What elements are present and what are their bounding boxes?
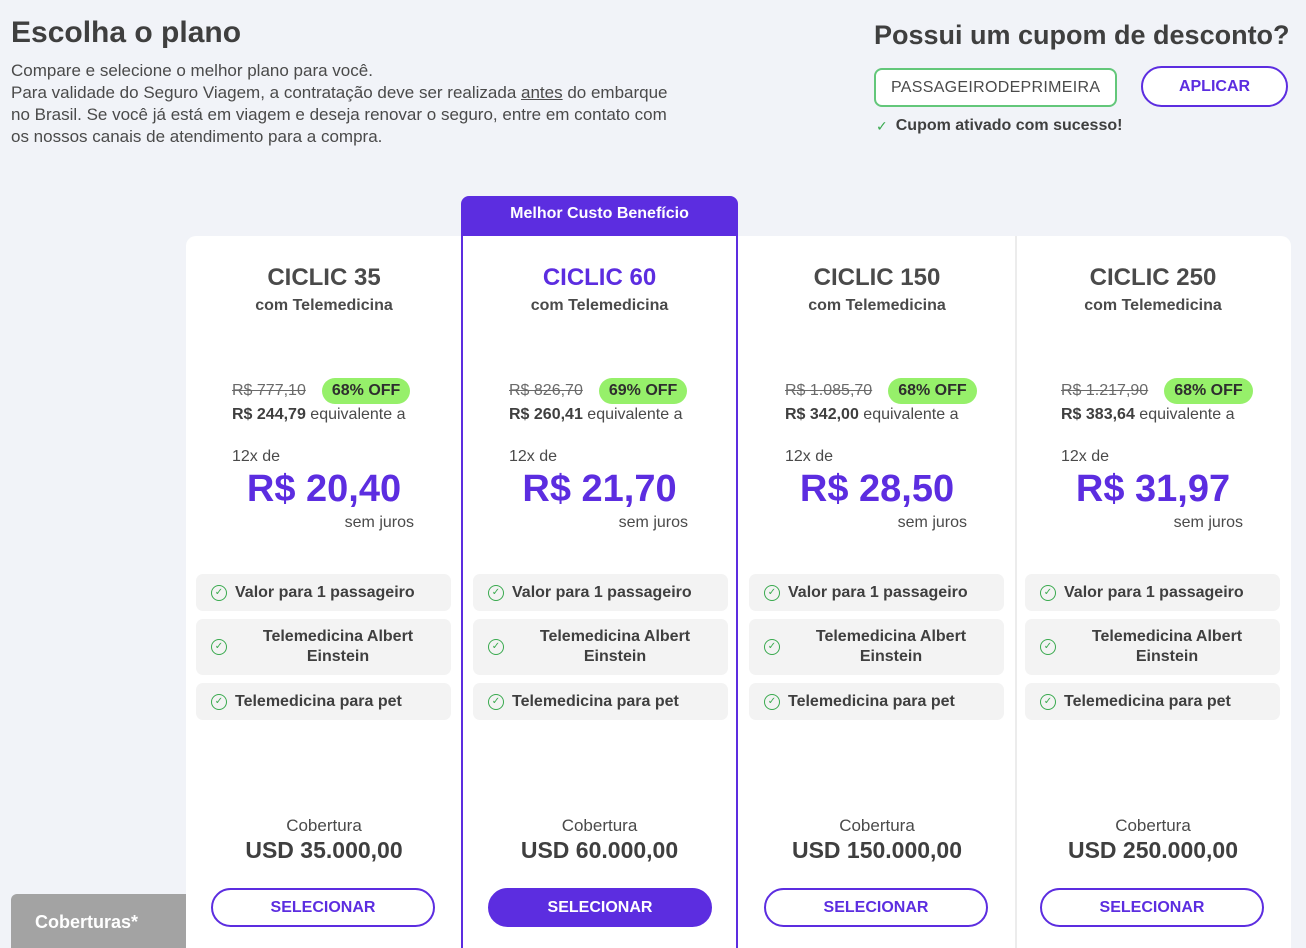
page-title: Escolha o plano [11, 16, 242, 49]
coverage-label: Cobertura [839, 816, 915, 835]
check-icon: ✓ [876, 117, 888, 134]
total-price: R$ 244,79 equivalente a [232, 406, 406, 423]
check-circle-icon: ✓ [488, 693, 504, 710]
select-plan-button[interactable]: SELECIONAR [1040, 888, 1264, 927]
feature-item: ✓ Telemedicina para pet [1025, 683, 1280, 720]
total-price: R$ 342,00 equivalente a [785, 406, 959, 423]
check-circle-icon: ✓ [1040, 584, 1056, 601]
plan-name: CICLIC 35 [267, 264, 381, 291]
price-block: R$ 1.217,90 68% OFF R$ 383,64 equivalente … [1061, 377, 1261, 424]
feature-item: ✓ Telemedicina Albert Einstein [1025, 619, 1280, 675]
plan-card: CICLIC 150 com Telemedicina R$ 1.085,70 68%… [739, 236, 1015, 948]
check-circle-icon: ✓ [764, 639, 780, 655]
old-price: R$ 826,70 [509, 382, 583, 399]
check-circle-icon: ✓ [211, 693, 227, 710]
installment-price: R$ 31,97 [1075, 468, 1231, 510]
installment-price: R$ 21,70 [522, 468, 677, 510]
feature-item: ✓ Telemedicina para pet [473, 683, 728, 720]
plan-subtitle: com Telemedicina [1084, 297, 1222, 314]
plan-subtitle: com Telemedicina [530, 297, 669, 314]
plan-name: CICLIC 60 [542, 264, 657, 291]
check-circle-icon: ✓ [764, 584, 780, 601]
discount-badge: 68% OFF [321, 378, 411, 404]
check-circle-icon: ✓ [211, 639, 227, 655]
installment-price: R$ 28,50 [799, 468, 955, 510]
discount-badge: 68% OFF [1164, 378, 1253, 404]
interest-label: sem juros [897, 514, 967, 531]
coverage-value: USD 250.000,00 [1067, 837, 1239, 863]
check-circle-icon: ✓ [1040, 639, 1056, 655]
plan-name: CICLIC 250 [1089, 264, 1217, 291]
check-circle-icon: ✓ [764, 693, 780, 710]
coverage-value: USD 150.000,00 [791, 837, 963, 863]
total-price: R$ 260,41 equivalente a [509, 406, 683, 423]
interest-label: sem juros [344, 514, 414, 531]
coupon-success-message: ✓ Cupom ativado com sucesso! [876, 117, 1122, 135]
old-price: R$ 777,10 [232, 382, 306, 399]
intro-underlined-word: antes [521, 83, 563, 102]
select-plan-button[interactable]: SELECIONAR [211, 888, 435, 927]
plan-name: CICLIC 150 [813, 264, 941, 291]
discount-badge: 69% OFF [598, 378, 688, 404]
select-plan-button[interactable]: SELECIONAR [764, 888, 988, 927]
check-circle-icon: ✓ [1040, 693, 1056, 710]
interest-label: sem juros [618, 514, 688, 531]
interest-label: sem juros [1173, 514, 1243, 531]
feature-item: ✓ Valor para 1 passageiro [196, 574, 451, 611]
coupon-title: Possui um cupom de desconto? [874, 20, 1290, 50]
featured-ribbon: Melhor Custo Benefício [461, 196, 738, 236]
coverage-value: USD 60.000,00 [520, 837, 679, 863]
coverage-label: Cobertura [1115, 816, 1191, 835]
feature-item: ✓ Telemedicina para pet [196, 683, 451, 720]
intro-text: Compare e selecione o melhor plano para … [11, 60, 671, 148]
coupon-success-text: Cupom ativado com sucesso! [895, 117, 1123, 134]
plan-card: CICLIC 60 com Telemedicina R$ 826,70 69% OF… [461, 236, 738, 948]
feature-item: ✓ Telemedicina Albert Einstein [473, 619, 728, 675]
total-price: R$ 383,64 equivalente a [1061, 406, 1235, 423]
discount-badge: 68% OFF [888, 378, 977, 404]
installments-label: 12x de [1061, 448, 1110, 465]
coupon-input[interactable] [874, 68, 1117, 107]
plan-subtitle: com Telemedicina [255, 297, 393, 314]
feature-item: ✓ Valor para 1 passageiro [473, 574, 728, 611]
old-price: R$ 1.085,70 [785, 382, 873, 399]
feature-item: ✓ Telemedicina Albert Einstein [749, 619, 1004, 675]
coverage-label: Cobertura [286, 816, 362, 835]
feature-item: ✓ Telemedicina para pet [749, 683, 1004, 720]
plan-subtitle: com Telemedicina [808, 297, 946, 314]
apply-coupon-button[interactable]: APLICAR [1141, 66, 1288, 107]
installments-label: 12x de [785, 448, 834, 465]
coverage-value: USD 35.000,00 [245, 837, 403, 863]
select-plan-button[interactable]: SELECIONAR [488, 888, 712, 927]
coverages-tab[interactable]: Coberturas* [11, 894, 186, 948]
plan-card: CICLIC 35 com Telemedicina R$ 777,10 68% OF… [186, 236, 462, 948]
installments-label: 12x de [232, 448, 281, 465]
intro-line-2: Para validade do Seguro Viagem, a contra… [11, 83, 668, 146]
price-block: R$ 1.085,70 68% OFF R$ 342,00 equivalente … [785, 377, 985, 424]
check-circle-icon: ✓ [211, 584, 227, 601]
feature-item: ✓ Valor para 1 passageiro [1025, 574, 1280, 611]
price-block: R$ 777,10 68% OFF R$ 244,79 equivalente a [232, 377, 432, 424]
feature-item: ✓ Telemedicina Albert Einstein [196, 619, 451, 675]
coverage-label: Cobertura [561, 816, 638, 835]
check-circle-icon: ✓ [488, 584, 504, 601]
feature-item: ✓ Valor para 1 passageiro [749, 574, 1004, 611]
intro-line-1: Compare e selecione o melhor plano para … [11, 61, 373, 80]
check-circle-icon: ✓ [488, 639, 504, 655]
installment-price: R$ 20,40 [246, 468, 402, 510]
price-block: R$ 826,70 69% OFF R$ 260,41 equivalente a [509, 377, 709, 424]
installments-label: 12x de [509, 448, 558, 465]
plan-card: CICLIC 250 com Telemedicina R$ 1.217,90 68%… [1015, 236, 1291, 948]
old-price: R$ 1.217,90 [1061, 382, 1149, 399]
